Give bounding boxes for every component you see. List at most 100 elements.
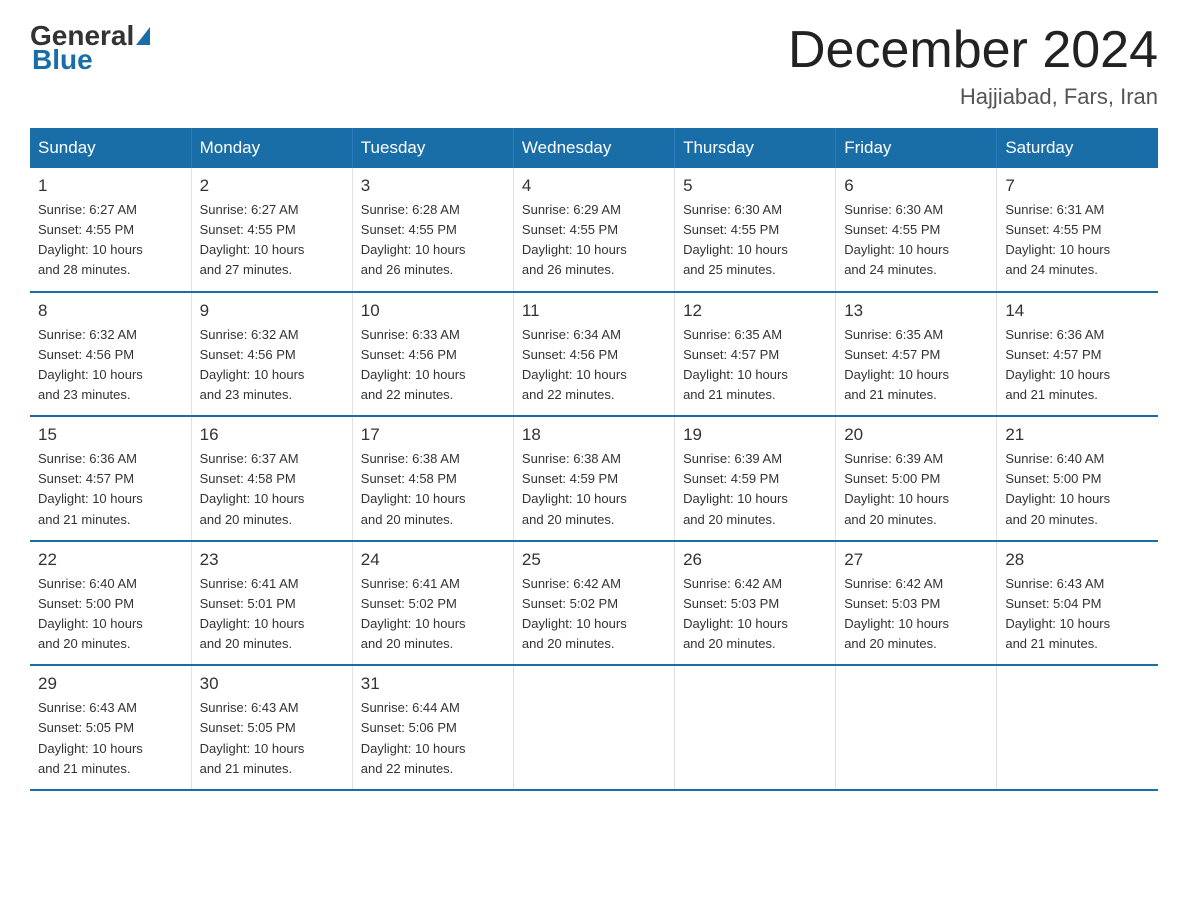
day-number: 20 — [844, 425, 988, 445]
day-number: 19 — [683, 425, 827, 445]
day-number: 12 — [683, 301, 827, 321]
day-number: 18 — [522, 425, 666, 445]
day-number: 27 — [844, 550, 988, 570]
week-row-3: 15 Sunrise: 6:36 AM Sunset: 4:57 PM Dayl… — [30, 416, 1158, 541]
day-number: 16 — [200, 425, 344, 445]
day-number: 22 — [38, 550, 183, 570]
day-cell: 30 Sunrise: 6:43 AM Sunset: 5:05 PM Dayl… — [191, 665, 352, 790]
day-cell: 1 Sunrise: 6:27 AM Sunset: 4:55 PM Dayli… — [30, 168, 191, 292]
day-cell: 28 Sunrise: 6:43 AM Sunset: 5:04 PM Dayl… — [997, 541, 1158, 666]
day-info: Sunrise: 6:35 AM Sunset: 4:57 PM Dayligh… — [683, 325, 827, 406]
day-cell: 3 Sunrise: 6:28 AM Sunset: 4:55 PM Dayli… — [352, 168, 513, 292]
day-info: Sunrise: 6:32 AM Sunset: 4:56 PM Dayligh… — [38, 325, 183, 406]
day-number: 5 — [683, 176, 827, 196]
day-cell: 12 Sunrise: 6:35 AM Sunset: 4:57 PM Dayl… — [675, 292, 836, 417]
header-thursday: Thursday — [675, 128, 836, 168]
week-row-2: 8 Sunrise: 6:32 AM Sunset: 4:56 PM Dayli… — [30, 292, 1158, 417]
day-number: 26 — [683, 550, 827, 570]
day-number: 4 — [522, 176, 666, 196]
day-cell: 6 Sunrise: 6:30 AM Sunset: 4:55 PM Dayli… — [836, 168, 997, 292]
day-info: Sunrise: 6:43 AM Sunset: 5:05 PM Dayligh… — [38, 698, 183, 779]
day-info: Sunrise: 6:30 AM Sunset: 4:55 PM Dayligh… — [844, 200, 988, 281]
day-cell — [836, 665, 997, 790]
header-monday: Monday — [191, 128, 352, 168]
day-number: 29 — [38, 674, 183, 694]
day-number: 3 — [361, 176, 505, 196]
day-number: 21 — [1005, 425, 1150, 445]
day-info: Sunrise: 6:40 AM Sunset: 5:00 PM Dayligh… — [38, 574, 183, 655]
day-number: 31 — [361, 674, 505, 694]
title-section: December 2024 Hajjiabad, Fars, Iran — [788, 20, 1158, 110]
day-cell: 13 Sunrise: 6:35 AM Sunset: 4:57 PM Dayl… — [836, 292, 997, 417]
day-info: Sunrise: 6:39 AM Sunset: 4:59 PM Dayligh… — [683, 449, 827, 530]
day-cell: 16 Sunrise: 6:37 AM Sunset: 4:58 PM Dayl… — [191, 416, 352, 541]
day-cell: 5 Sunrise: 6:30 AM Sunset: 4:55 PM Dayli… — [675, 168, 836, 292]
day-number: 15 — [38, 425, 183, 445]
day-cell: 4 Sunrise: 6:29 AM Sunset: 4:55 PM Dayli… — [513, 168, 674, 292]
logo: General Blue — [30, 20, 152, 76]
day-cell: 10 Sunrise: 6:33 AM Sunset: 4:56 PM Dayl… — [352, 292, 513, 417]
day-info: Sunrise: 6:40 AM Sunset: 5:00 PM Dayligh… — [1005, 449, 1150, 530]
day-info: Sunrise: 6:27 AM Sunset: 4:55 PM Dayligh… — [200, 200, 344, 281]
day-cell: 17 Sunrise: 6:38 AM Sunset: 4:58 PM Dayl… — [352, 416, 513, 541]
day-cell: 24 Sunrise: 6:41 AM Sunset: 5:02 PM Dayl… — [352, 541, 513, 666]
day-number: 24 — [361, 550, 505, 570]
logo-blue-text: Blue — [30, 44, 93, 76]
week-row-4: 22 Sunrise: 6:40 AM Sunset: 5:00 PM Dayl… — [30, 541, 1158, 666]
day-number: 7 — [1005, 176, 1150, 196]
header-sunday: Sunday — [30, 128, 191, 168]
day-number: 8 — [38, 301, 183, 321]
day-number: 14 — [1005, 301, 1150, 321]
day-cell: 27 Sunrise: 6:42 AM Sunset: 5:03 PM Dayl… — [836, 541, 997, 666]
calendar-header-row: SundayMondayTuesdayWednesdayThursdayFrid… — [30, 128, 1158, 168]
day-number: 1 — [38, 176, 183, 196]
day-cell — [675, 665, 836, 790]
day-cell: 19 Sunrise: 6:39 AM Sunset: 4:59 PM Dayl… — [675, 416, 836, 541]
day-info: Sunrise: 6:36 AM Sunset: 4:57 PM Dayligh… — [38, 449, 183, 530]
week-row-1: 1 Sunrise: 6:27 AM Sunset: 4:55 PM Dayli… — [30, 168, 1158, 292]
day-number: 28 — [1005, 550, 1150, 570]
header-wednesday: Wednesday — [513, 128, 674, 168]
day-info: Sunrise: 6:32 AM Sunset: 4:56 PM Dayligh… — [200, 325, 344, 406]
day-cell: 9 Sunrise: 6:32 AM Sunset: 4:56 PM Dayli… — [191, 292, 352, 417]
day-cell: 14 Sunrise: 6:36 AM Sunset: 4:57 PM Dayl… — [997, 292, 1158, 417]
day-info: Sunrise: 6:42 AM Sunset: 5:03 PM Dayligh… — [683, 574, 827, 655]
day-cell: 11 Sunrise: 6:34 AM Sunset: 4:56 PM Dayl… — [513, 292, 674, 417]
page-header: General Blue December 2024 Hajjiabad, Fa… — [30, 20, 1158, 110]
day-cell — [997, 665, 1158, 790]
day-info: Sunrise: 6:37 AM Sunset: 4:58 PM Dayligh… — [200, 449, 344, 530]
day-info: Sunrise: 6:39 AM Sunset: 5:00 PM Dayligh… — [844, 449, 988, 530]
day-cell: 23 Sunrise: 6:41 AM Sunset: 5:01 PM Dayl… — [191, 541, 352, 666]
day-info: Sunrise: 6:38 AM Sunset: 4:58 PM Dayligh… — [361, 449, 505, 530]
day-info: Sunrise: 6:33 AM Sunset: 4:56 PM Dayligh… — [361, 325, 505, 406]
day-info: Sunrise: 6:30 AM Sunset: 4:55 PM Dayligh… — [683, 200, 827, 281]
day-cell: 29 Sunrise: 6:43 AM Sunset: 5:05 PM Dayl… — [30, 665, 191, 790]
day-cell: 2 Sunrise: 6:27 AM Sunset: 4:55 PM Dayli… — [191, 168, 352, 292]
day-number: 25 — [522, 550, 666, 570]
day-number: 11 — [522, 301, 666, 321]
day-cell: 15 Sunrise: 6:36 AM Sunset: 4:57 PM Dayl… — [30, 416, 191, 541]
day-info: Sunrise: 6:43 AM Sunset: 5:05 PM Dayligh… — [200, 698, 344, 779]
day-number: 10 — [361, 301, 505, 321]
header-friday: Friday — [836, 128, 997, 168]
day-info: Sunrise: 6:36 AM Sunset: 4:57 PM Dayligh… — [1005, 325, 1150, 406]
day-cell: 18 Sunrise: 6:38 AM Sunset: 4:59 PM Dayl… — [513, 416, 674, 541]
day-info: Sunrise: 6:43 AM Sunset: 5:04 PM Dayligh… — [1005, 574, 1150, 655]
calendar-table: SundayMondayTuesdayWednesdayThursdayFrid… — [30, 128, 1158, 791]
day-cell: 26 Sunrise: 6:42 AM Sunset: 5:03 PM Dayl… — [675, 541, 836, 666]
day-number: 23 — [200, 550, 344, 570]
day-cell: 20 Sunrise: 6:39 AM Sunset: 5:00 PM Dayl… — [836, 416, 997, 541]
day-cell: 21 Sunrise: 6:40 AM Sunset: 5:00 PM Dayl… — [997, 416, 1158, 541]
day-info: Sunrise: 6:44 AM Sunset: 5:06 PM Dayligh… — [361, 698, 505, 779]
day-cell: 31 Sunrise: 6:44 AM Sunset: 5:06 PM Dayl… — [352, 665, 513, 790]
day-info: Sunrise: 6:42 AM Sunset: 5:02 PM Dayligh… — [522, 574, 666, 655]
day-info: Sunrise: 6:27 AM Sunset: 4:55 PM Dayligh… — [38, 200, 183, 281]
day-info: Sunrise: 6:34 AM Sunset: 4:56 PM Dayligh… — [522, 325, 666, 406]
day-number: 30 — [200, 674, 344, 694]
day-number: 13 — [844, 301, 988, 321]
day-number: 2 — [200, 176, 344, 196]
day-cell — [513, 665, 674, 790]
day-number: 6 — [844, 176, 988, 196]
header-saturday: Saturday — [997, 128, 1158, 168]
day-info: Sunrise: 6:38 AM Sunset: 4:59 PM Dayligh… — [522, 449, 666, 530]
